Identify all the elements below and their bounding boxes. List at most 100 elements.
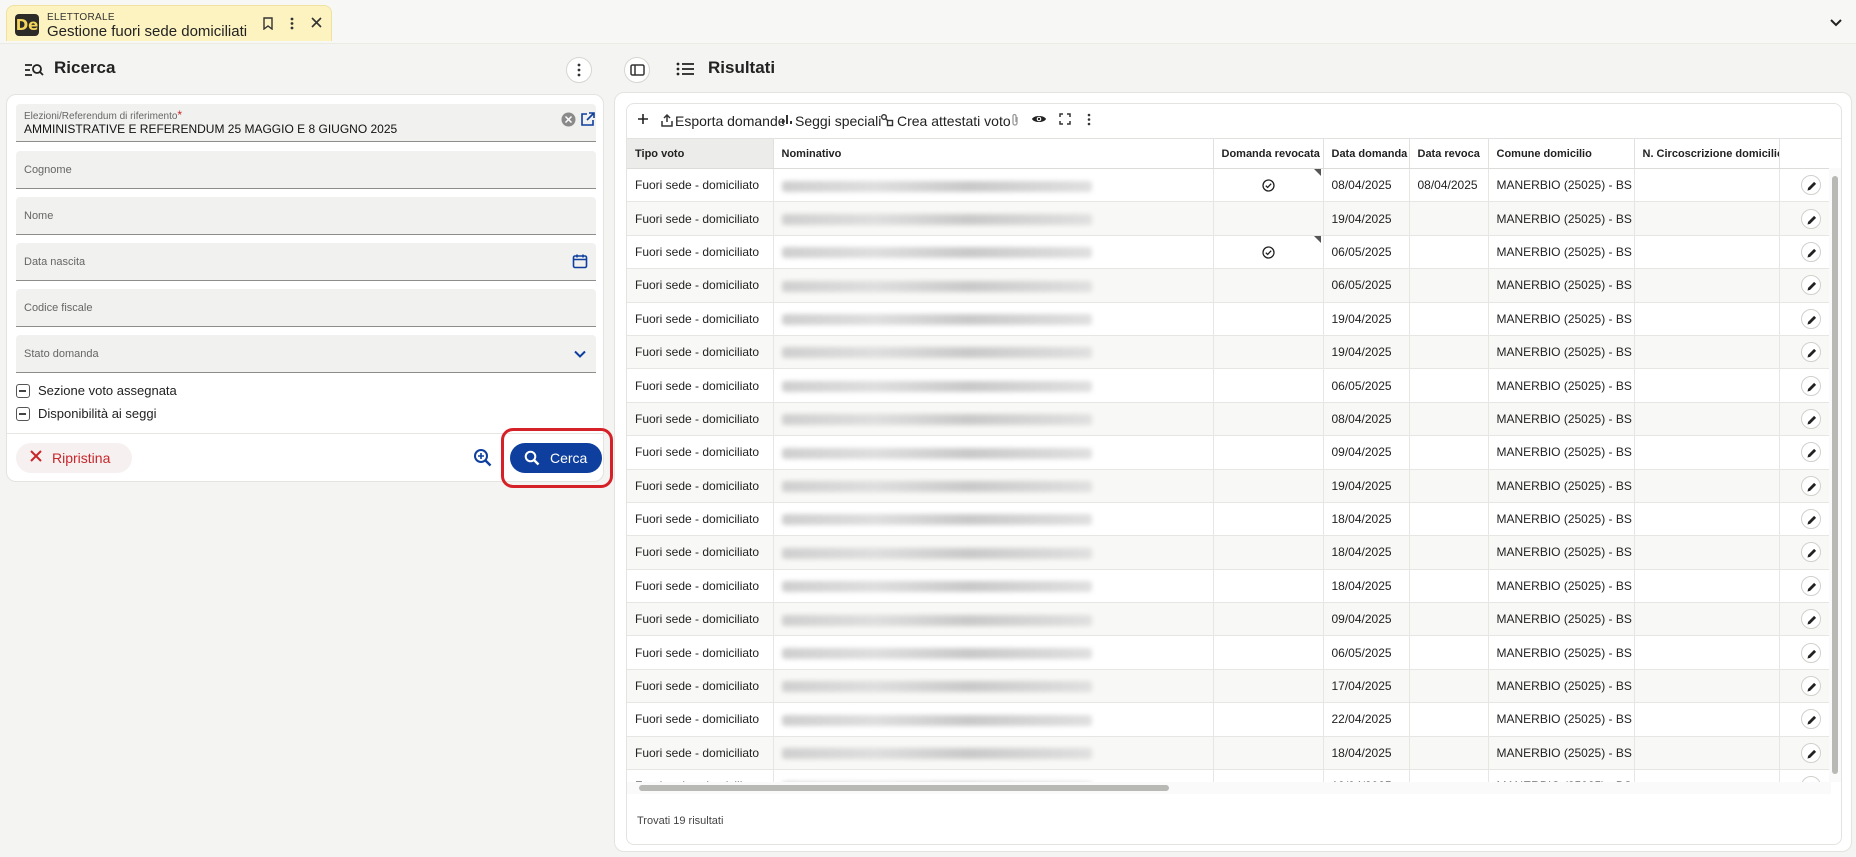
advanced-search-button[interactable] (470, 445, 496, 471)
edit-button[interactable] (1801, 742, 1821, 763)
elezione-field[interactable]: Elezioni/Referendum di riferimento* AMMI… (16, 104, 596, 142)
column-header[interactable]: Domanda revocata (1213, 138, 1324, 169)
cognome-field[interactable]: Cognome (16, 151, 596, 189)
clear-icon[interactable] (561, 112, 576, 130)
table-row[interactable]: Fuori sede - domiciliato 06/05/2025 MANERB… (627, 268, 1841, 303)
edit-button[interactable] (1801, 442, 1821, 463)
add-icon[interactable] (635, 113, 651, 129)
eye-icon[interactable] (1031, 113, 1047, 129)
edit-button[interactable] (1801, 208, 1821, 229)
indeterminate-checkbox-icon[interactable] (16, 407, 30, 421)
edit-button[interactable] (1801, 542, 1821, 563)
table-row[interactable]: Fuori sede - domiciliato 18/04/2025 MANERB… (627, 535, 1841, 570)
codice-fiscale-field[interactable]: Codice fiscale (16, 289, 596, 327)
edit-button[interactable] (1801, 475, 1821, 496)
table-row[interactable]: Fuori sede - domiciliato 06/05/2025 MANERB… (627, 635, 1841, 670)
cell-comune-domicilio: MANERBIO (25025) - BS (1488, 502, 1635, 537)
edit-button[interactable] (1801, 709, 1821, 730)
edit-button[interactable] (1801, 408, 1821, 429)
table-row[interactable]: Fuori sede - domiciliato 19/04/2025 MANERB… (627, 335, 1841, 370)
column-header[interactable]: N. Circoscrizione domicilio (1634, 138, 1780, 169)
edit-button[interactable] (1801, 241, 1821, 262)
table-row[interactable]: Fuori sede - domiciliato 09/04/2025 MANERB… (627, 435, 1841, 470)
sezione-voto-checkbox[interactable]: Sezione voto assegnata (16, 382, 216, 400)
edit-button[interactable] (1801, 275, 1821, 296)
table-row[interactable]: Fuori sede - domiciliato 09/04/2025 MANERB… (627, 602, 1841, 637)
cell-tipo-voto: Fuori sede - domiciliato (627, 535, 774, 570)
disponibilita-seggi-checkbox[interactable]: Disponibilità ai seggi (16, 405, 216, 423)
column-header[interactable]: Data domanda (1323, 138, 1410, 169)
module-tab[interactable]: De ELETTORALE Gestione fuori sede domici… (6, 5, 332, 41)
cell-nominativo (773, 302, 1214, 336)
bookmark-icon[interactable] (261, 17, 275, 31)
close-tab-icon[interactable] (309, 17, 323, 31)
cell-domanda-revocata (1213, 635, 1324, 670)
edit-button[interactable] (1801, 642, 1821, 663)
scroll-thumb[interactable] (639, 785, 1169, 791)
table-row[interactable]: Fuori sede - domiciliato 19/04/2025 MANERB… (627, 201, 1841, 236)
indeterminate-checkbox-icon[interactable] (16, 384, 30, 398)
table-row[interactable]: Fuori sede - domiciliato 22/04/2025 MANERB… (627, 702, 1841, 737)
special-seats-button[interactable]: Seggi speciali (795, 113, 881, 129)
table-row[interactable]: Fuori sede - domiciliato 06/05/2025 MANERB… (627, 235, 1841, 270)
nome-field[interactable]: Nome (16, 197, 596, 235)
edit-button[interactable] (1801, 609, 1821, 630)
column-header[interactable]: Comune domicilio (1488, 138, 1635, 169)
stato-domanda-select[interactable]: Stato domanda (16, 335, 596, 373)
edit-button[interactable] (1801, 676, 1821, 697)
edit-button[interactable] (1801, 509, 1821, 530)
edit-button[interactable] (1801, 342, 1821, 363)
cell-tipo-voto: Fuori sede - domiciliato (627, 268, 774, 303)
cell-circoscrizione (1634, 569, 1780, 604)
fullscreen-icon[interactable] (1057, 113, 1073, 129)
cell-circoscrizione (1634, 302, 1780, 336)
export-requests-button[interactable]: Esporta domande (675, 113, 786, 129)
search-button[interactable]: Cerca (510, 443, 602, 473)
reset-button[interactable]: Ripristina (16, 443, 132, 473)
create-certificates-button[interactable]: Crea attestati voto (897, 113, 1011, 129)
more-vert-icon[interactable] (1081, 113, 1097, 129)
edit-button[interactable] (1801, 375, 1821, 396)
check-circle-icon (1261, 179, 1275, 193)
table-row[interactable]: Fuori sede - domiciliato 17/04/2025 MANERB… (627, 669, 1841, 704)
cell-data-revoca (1409, 602, 1489, 637)
table-row[interactable]: Fuori sede - domiciliato 19/04/2025 MANERB… (627, 302, 1841, 336)
table-row[interactable]: Fuori sede - domiciliato 19/04/2025 MANERB… (627, 769, 1841, 782)
cell-domanda-revocata (1213, 335, 1324, 370)
cell-data-domanda: 19/04/2025 (1323, 302, 1410, 336)
calendar-icon[interactable] (572, 253, 588, 272)
table-row[interactable]: Fuori sede - domiciliato 08/04/2025 MANERB… (627, 402, 1841, 437)
chevron-down-icon[interactable] (1828, 14, 1844, 30)
cell-circoscrizione (1634, 168, 1780, 203)
column-header[interactable]: Data revoca (1409, 138, 1489, 169)
redacted-name (781, 213, 1092, 225)
scroll-thumb[interactable] (1832, 176, 1838, 774)
cell-note-marker (1313, 235, 1321, 243)
vertical-scrollbar[interactable] (1829, 168, 1841, 782)
search-options-button[interactable] (566, 57, 592, 83)
bar-chart-icon (779, 113, 795, 129)
cell-data-domanda: 18/04/2025 (1323, 569, 1410, 604)
cell-tipo-voto: Fuori sede - domiciliato (627, 335, 774, 370)
cell-tipo-voto: Fuori sede - domiciliato (627, 702, 774, 737)
table-row[interactable]: Fuori sede - domiciliato 18/04/2025 MANERB… (627, 502, 1841, 537)
stato-domanda-label: Stato domanda (24, 348, 99, 360)
more-vert-icon[interactable] (285, 17, 299, 31)
table-row[interactable]: Fuori sede - domiciliato 06/05/2025 MANERB… (627, 368, 1841, 403)
edit-button[interactable] (1801, 175, 1821, 196)
edit-button[interactable] (1801, 308, 1821, 329)
edit-button[interactable] (1801, 575, 1821, 596)
column-header[interactable]: Nominativo (773, 138, 1214, 169)
toggle-sidebar-button[interactable] (624, 57, 650, 83)
upload-icon[interactable] (659, 113, 675, 129)
column-header[interactable]: Tipo voto (627, 138, 774, 169)
attachment-icon[interactable] (1007, 113, 1023, 129)
sidebar-icon (630, 64, 645, 76)
table-row[interactable]: Fuori sede - domiciliato 19/04/2025 MANERB… (627, 469, 1841, 503)
open-external-icon[interactable] (580, 112, 595, 130)
data-nascita-field[interactable]: Data nascita (16, 243, 596, 281)
table-row[interactable]: Fuori sede - domiciliato 08/04/2025 08/04/… (627, 168, 1841, 203)
table-row[interactable]: Fuori sede - domiciliato 18/04/2025 MANERB… (627, 569, 1841, 604)
table-row[interactable]: Fuori sede - domiciliato 18/04/2025 MANERB… (627, 736, 1841, 771)
horizontal-scrollbar[interactable] (627, 782, 1831, 794)
